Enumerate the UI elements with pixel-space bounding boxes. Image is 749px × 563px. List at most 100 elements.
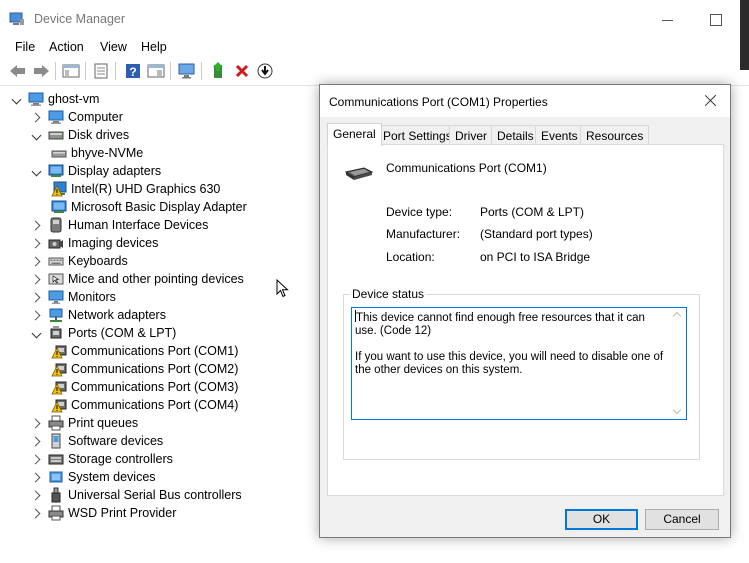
scroll-down-icon[interactable] bbox=[672, 405, 682, 415]
device-type-label: Device type: bbox=[386, 205, 453, 219]
expand-caret-icon[interactable] bbox=[32, 454, 42, 464]
tree-item-label: Print queues bbox=[68, 416, 139, 430]
tree-root[interactable]: ghost-vm bbox=[12, 90, 99, 108]
expand-caret-icon[interactable] bbox=[32, 274, 42, 284]
toolbar: ? bbox=[0, 59, 749, 83]
tree-device-item[interactable]: Communications Port (COM2) bbox=[51, 360, 238, 378]
expand-caret-icon[interactable] bbox=[32, 310, 42, 320]
collapse-caret-icon[interactable] bbox=[32, 130, 42, 140]
disable-icon[interactable] bbox=[255, 61, 275, 81]
expand-caret-icon[interactable] bbox=[32, 220, 42, 230]
tab-driver[interactable]: Driver bbox=[449, 125, 493, 145]
port-connector-icon bbox=[344, 167, 374, 180]
update-driver-icon[interactable] bbox=[209, 61, 229, 81]
expand-caret-icon[interactable] bbox=[32, 256, 42, 266]
tree-category-item[interactable]: Print queues bbox=[32, 414, 138, 432]
cancel-button[interactable]: Cancel bbox=[645, 509, 719, 530]
hid-icon bbox=[50, 217, 62, 233]
tree-category-item[interactable]: WSD Print Provider bbox=[32, 504, 176, 522]
device-manager-icon bbox=[9, 12, 24, 25]
tree-category-item[interactable]: Imaging devices bbox=[32, 234, 158, 252]
warning-display-icon bbox=[51, 181, 67, 197]
monitor-icon bbox=[48, 290, 64, 304]
printer-icon bbox=[48, 415, 64, 431]
svg-text:?: ? bbox=[129, 65, 136, 79]
tree-category-item[interactable]: Keyboards bbox=[32, 252, 128, 270]
expand-caret-icon[interactable] bbox=[32, 508, 42, 518]
minimize-button[interactable] bbox=[650, 6, 690, 34]
tree-item-label: Computer bbox=[68, 110, 123, 124]
tree-category-item[interactable]: Disk drives bbox=[32, 126, 129, 144]
tree-item-label: Ports (COM & LPT) bbox=[68, 326, 177, 340]
tree-category-item[interactable]: Computer bbox=[32, 108, 123, 126]
expand-caret-icon[interactable] bbox=[32, 436, 42, 446]
manufacturer-label: Manufacturer: bbox=[386, 227, 461, 241]
tree-item-label: Monitors bbox=[68, 290, 116, 304]
properties-icon[interactable] bbox=[91, 61, 111, 81]
expand-caret-icon[interactable] bbox=[32, 418, 42, 428]
tree-category-item[interactable]: Software devices bbox=[32, 432, 163, 450]
tree-category-item[interactable]: Monitors bbox=[32, 288, 116, 306]
menu-action[interactable]: Action bbox=[49, 40, 84, 54]
device-status-textbox[interactable]: This device cannot find enough free reso… bbox=[351, 307, 687, 420]
menu-file[interactable]: File bbox=[15, 40, 35, 54]
tree-category-item[interactable]: Human Interface Devices bbox=[32, 216, 208, 234]
tree-device-item[interactable]: bhyve-NVMe bbox=[51, 144, 143, 162]
warning-port-icon bbox=[51, 345, 67, 359]
status-scrollbar[interactable] bbox=[670, 308, 686, 419]
scan-hardware-icon[interactable] bbox=[177, 61, 197, 81]
collapse-caret-icon[interactable] bbox=[32, 328, 42, 338]
computer-icon bbox=[48, 110, 64, 124]
tree-category-item[interactable]: Ports (COM & LPT) bbox=[32, 324, 176, 342]
display-adapter-icon bbox=[48, 164, 64, 177]
mouse-cursor-icon bbox=[276, 279, 289, 298]
uninstall-icon[interactable] bbox=[232, 61, 252, 81]
tree-category-item[interactable]: System devices bbox=[32, 468, 156, 486]
title-bar: Device Manager bbox=[0, 0, 749, 38]
show-hide-console-tree-icon[interactable] bbox=[61, 61, 81, 81]
tree-device-item[interactable]: Microsoft Basic Display Adapter bbox=[51, 198, 247, 216]
warning-port-icon bbox=[51, 363, 67, 377]
tree-category-item[interactable]: Network adapters bbox=[32, 306, 166, 324]
collapse-caret-icon[interactable] bbox=[32, 166, 42, 176]
mouse-icon bbox=[48, 273, 64, 285]
tree-item-label: Communications Port (COM2) bbox=[71, 362, 239, 376]
expand-caret-icon[interactable] bbox=[32, 472, 42, 482]
tab-details[interactable]: Details bbox=[491, 125, 540, 145]
tab-port-settings[interactable]: Port Settings bbox=[377, 125, 458, 145]
tree-category-item[interactable]: Display adapters bbox=[32, 162, 161, 180]
tree-category-item[interactable]: Universal Serial Bus controllers bbox=[32, 486, 242, 504]
tree-item-label: Microsoft Basic Display Adapter bbox=[71, 200, 247, 214]
dialog-close-button[interactable] bbox=[700, 91, 722, 111]
scroll-up-icon[interactable] bbox=[672, 311, 682, 321]
back-icon[interactable] bbox=[8, 61, 28, 81]
tree-category-item[interactable]: Storage controllers bbox=[32, 450, 173, 468]
location-value: on PCI to ISA Bridge bbox=[480, 250, 591, 264]
software-icon bbox=[51, 433, 61, 449]
expand-caret-icon[interactable] bbox=[32, 238, 42, 248]
menu-view[interactable]: View bbox=[100, 40, 127, 54]
tree-category-item[interactable]: Mice and other pointing devices bbox=[32, 270, 244, 288]
tree-device-item[interactable]: Communications Port (COM1) bbox=[51, 342, 238, 360]
expand-caret-icon[interactable] bbox=[32, 490, 42, 500]
ok-button[interactable]: OK bbox=[565, 509, 638, 530]
expand-caret-icon[interactable] bbox=[32, 112, 42, 122]
tree-device-item[interactable]: Communications Port (COM3) bbox=[51, 378, 238, 396]
tab-events[interactable]: Events bbox=[535, 125, 584, 145]
expand-caret-icon[interactable] bbox=[12, 94, 22, 104]
device-name: Communications Port (COM1) bbox=[386, 161, 547, 175]
expand-caret-icon[interactable] bbox=[32, 292, 42, 302]
tree-device-item[interactable]: Intel(R) UHD Graphics 630 bbox=[51, 180, 220, 198]
status-line-1: This device cannot find enough free reso… bbox=[355, 310, 645, 337]
action-pane-icon[interactable] bbox=[146, 61, 166, 81]
tab-resources[interactable]: Resources bbox=[580, 125, 650, 145]
maximize-button[interactable] bbox=[700, 6, 740, 34]
device-type-value: Ports (COM & LPT) bbox=[480, 205, 585, 219]
device-status-group: Device status This device cannot find en… bbox=[343, 287, 700, 460]
help-icon[interactable]: ? bbox=[123, 61, 143, 81]
disk-icon bbox=[51, 150, 67, 158]
menu-help[interactable]: Help bbox=[141, 40, 167, 54]
forward-icon[interactable] bbox=[31, 61, 51, 81]
tab-general[interactable]: General bbox=[327, 123, 382, 146]
tree-device-item[interactable]: Communications Port (COM4) bbox=[51, 396, 238, 414]
